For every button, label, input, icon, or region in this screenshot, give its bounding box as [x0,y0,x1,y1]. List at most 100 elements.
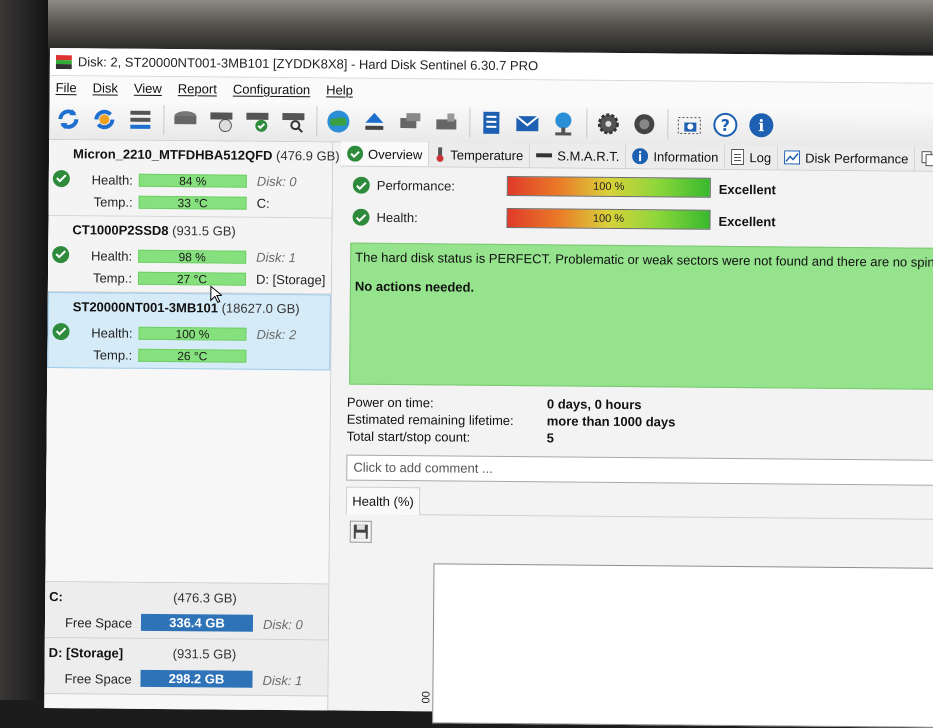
drive-letter: D: [Storage] [255,271,326,287]
tab-information[interactable]: Information [626,144,726,169]
temp-label: Temp.: [93,346,133,363]
details-pane: Overview Temperature S.M.A.R.T. Informat… [336,141,933,728]
save-graph-button[interactable] [349,520,372,543]
temp-label: Temp.: [93,193,133,210]
camera-icon[interactable] [674,109,704,139]
copy-icon [921,151,933,167]
tab-label: Temperature [450,146,524,163]
notes-icon[interactable] [476,107,506,137]
tab-disk-performance[interactable]: Disk Performance [778,145,916,171]
tab-more[interactable] [915,146,933,171]
disk-card[interactable]: Micron_2210_MTFDHBA512QFD (476.9 GB) Hea… [48,139,340,219]
menu-report[interactable]: Report [178,81,217,96]
refresh-icon[interactable] [53,104,83,134]
menu-file[interactable]: File [56,80,77,95]
document-icon [731,148,745,166]
free-space-bar: 298.2 GB [140,669,253,688]
info-icon[interactable]: i [746,110,776,140]
disk-size: (18627.0 GB) [221,300,300,317]
disk-title: CT1000P2SSD8 (931.5 GB) [48,222,331,239]
network-disk-icon[interactable] [395,107,425,137]
start-stop-value: 5 [546,430,554,446]
volume-card[interactable]: D: [Storage] (931.5 GB) Free Space 298.2… [44,637,328,697]
status-box: The hard disk status is PERFECT. Problem… [349,242,933,390]
menu-help[interactable]: Help [326,82,353,97]
free-space-label: Free Space [64,615,133,631]
free-space-bar: 336.4 GB [140,613,254,632]
tab-health-percent[interactable]: Health (%) [345,486,421,516]
health-label: Health: [91,324,133,341]
temp-bar: 33 °C [138,195,247,210]
free-space-label: Free Space [64,671,132,687]
menu-disk[interactable]: Disk [93,80,118,95]
health-label: Health: [91,171,133,188]
disk-list-pane: Micron_2210_MTFDHBA512QFD (476.9 GB) Hea… [44,139,340,711]
help-icon[interactable]: ? [710,109,740,139]
tab-smart[interactable]: S.M.A.R.T. [530,143,627,169]
temp-label: Temp.: [92,269,133,286]
volume-disk-ref: Disk: 1 [262,672,303,689]
health-row: Health: 100 % Disk: 2 [48,323,332,343]
graph-axis-tick: 00 [420,691,433,704]
disk-check-icon[interactable] [242,105,272,135]
status-message: The hard disk status is PERFECT. Problem… [355,249,933,270]
disk-title: ST20000NT001-3MB101 (18627.0 GB) [49,299,330,316]
app-logo-icon [55,54,72,69]
temp-bar: 26 °C [138,348,247,363]
svg-text:?: ? [721,115,730,134]
volume-size: (931.5 GB) [172,646,237,662]
menu-configuration[interactable]: Configuration [233,81,310,97]
health-row: Health: 84 % Disk: 0 [49,170,333,190]
performance-label: Performance: [376,177,455,194]
lifetime-value: more than 1000 days [546,413,676,430]
globe-icon[interactable] [323,106,353,136]
disk-schedule-icon[interactable] [206,105,236,135]
smart-bar-icon [536,151,553,159]
disk-size: (476.9 GB) [276,147,340,164]
disk-search-icon[interactable] [278,105,308,135]
temp-row: Temp.: 26 °C [48,345,332,365]
performance-row: Performance: 100 % Excellent [341,169,933,206]
ok-check-icon [52,246,70,264]
info-circle-icon [632,148,649,165]
main-content: Micron_2210_MTFDHBA512QFD (476.9 GB) Hea… [44,139,933,728]
refresh-settings-icon[interactable] [89,104,119,134]
disk-ref: Disk: 0 [256,173,297,189]
toolbar-separator [469,107,471,138]
disk-icon[interactable] [170,105,200,135]
disk-ref: Disk: 2 [256,326,297,342]
performance-rating: Excellent [718,181,776,198]
health-bar: 100 % [506,207,711,230]
gear-icon[interactable] [593,108,623,138]
ok-check-icon [52,170,70,188]
performance-chart-icon [784,150,801,165]
tab-overview[interactable]: Overview [340,141,430,167]
volume-size: (476.3 GB) [173,590,237,606]
disk-card[interactable]: CT1000P2SSD8 (931.5 GB) Health: 98 % Dis… [47,215,332,295]
disk-card-selected[interactable]: ST20000NT001-3MB101 (18627.0 GB) Health:… [47,291,332,371]
temp-bar: 27 °C [137,271,247,286]
disk-ref: Disk: 1 [256,249,296,265]
network-icon[interactable] [548,108,578,138]
health-tab-bar: Health (%) [345,486,933,520]
app-window: Disk: 2, ST20000NT001-3MB101 [ZYDDK8X8] … [44,48,933,728]
mail-icon[interactable] [512,108,542,138]
tab-log[interactable]: Log [725,144,779,170]
speaker-icon[interactable] [629,109,659,139]
performance-bar: 100 % [506,175,711,198]
menu-view[interactable]: View [134,80,162,95]
tab-temperature[interactable]: Temperature [429,142,531,168]
volume-card[interactable]: C: (476.3 GB) Free Space 336.4 GB Disk: … [44,581,329,641]
health-graph [432,563,933,728]
health-bar: 100 % [138,326,247,341]
eject-icon[interactable] [359,106,389,136]
toolbar-separator [586,108,588,139]
disk-lock-icon[interactable] [431,107,461,137]
temp-row: Temp.: 27 °C D: [Storage] [48,268,332,288]
disk-list-icon[interactable] [125,104,155,134]
status-action: No actions needed. [354,278,475,295]
disk-model: CT1000P2SSD8 [72,222,169,239]
disk-size: (931.5 GB) [172,223,236,239]
tab-label: S.M.A.R.T. [557,147,620,164]
comment-input[interactable]: Click to add comment ... [346,454,933,486]
